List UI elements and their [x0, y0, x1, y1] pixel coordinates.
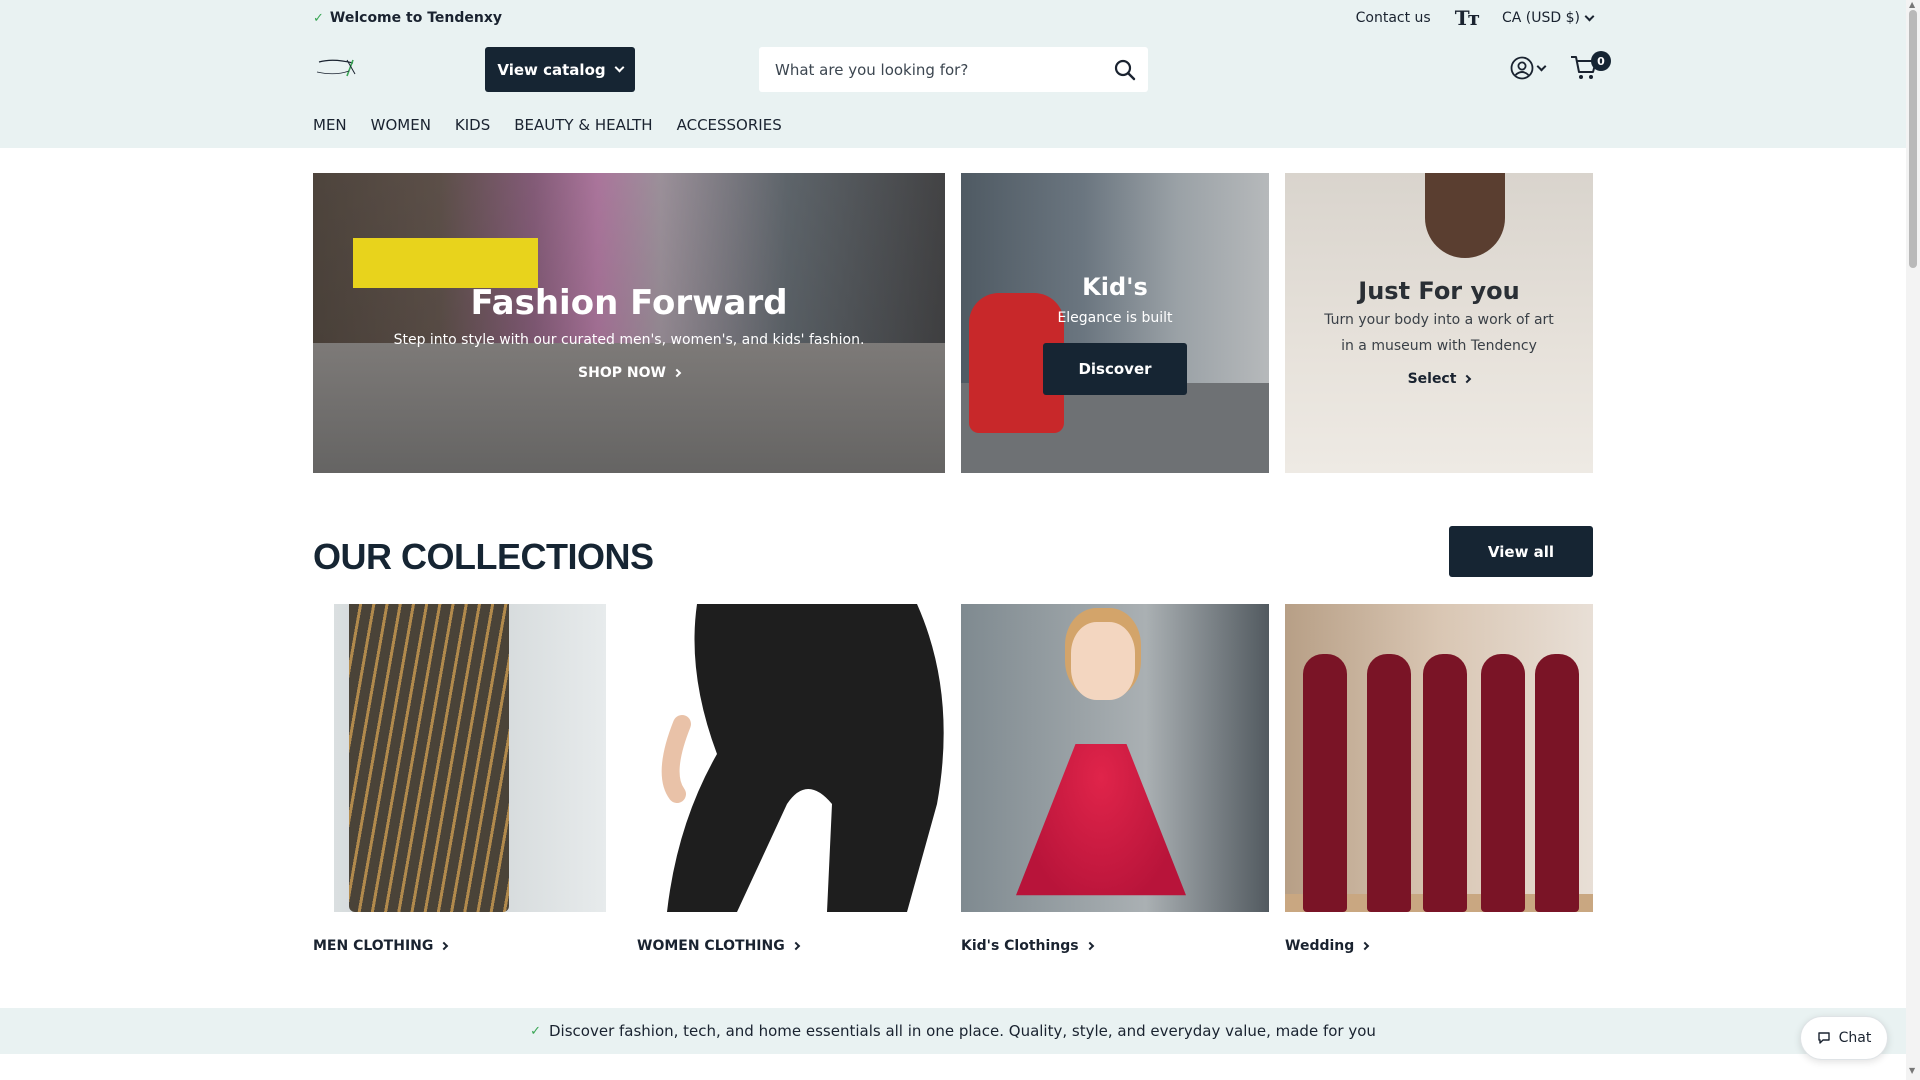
scroll-up-icon[interactable]: ▲ — [1909, 0, 1915, 9]
hero-subtitle: Elegance is built — [1057, 310, 1173, 326]
image-suit — [349, 604, 509, 912]
collections-title: OUR COLLECTIONS — [313, 536, 654, 577]
top-bar: ✓ Welcome to Tendenxy Contact us Tт CA (… — [313, 0, 1595, 36]
welcome-message: ✓ Welcome to Tendenxy — [313, 10, 502, 26]
collection-link-wedding[interactable]: Wedding — [1285, 938, 1593, 954]
collection-card-women[interactable]: WOMEN CLOTHING — [637, 604, 945, 954]
image-bridesmaid — [1535, 654, 1579, 912]
hero-subtitle: Turn your body into a work of art in a m… — [1324, 312, 1554, 354]
chevron-down-icon — [614, 62, 625, 73]
text-size-icon[interactable]: Tт — [1455, 6, 1480, 30]
image-bridesmaid — [1367, 654, 1411, 912]
chat-label: Chat — [1838, 1030, 1872, 1046]
cart-count-badge: 0 — [1591, 51, 1611, 71]
hero-banner-kids[interactable]: Kid's Elegance is built Discover — [961, 173, 1269, 473]
collection-image-men[interactable] — [313, 604, 621, 912]
hero-banner-just-for-you[interactable]: Just For you Turn your body into a work … — [1285, 173, 1593, 473]
image-child — [1071, 622, 1135, 700]
select-link[interactable]: Select — [1407, 371, 1472, 387]
collection-label: Kid's Clothings — [961, 938, 1079, 954]
hero-content: Kid's Elegance is built Discover — [961, 273, 1269, 395]
check-icon: ✓ — [313, 10, 324, 26]
collection-card-wedding[interactable]: Wedding — [1285, 604, 1593, 954]
image-red-dress — [1016, 744, 1186, 896]
chevron-right-icon — [440, 941, 449, 951]
hero-banner-fashion[interactable]: Fashion Forward Step into style with our… — [313, 173, 945, 473]
chevron-down-icon — [1584, 11, 1595, 21]
shop-now-label: SHOP NOW — [578, 365, 666, 381]
image-bridesmaid — [1481, 654, 1525, 912]
scrollbar-thumb[interactable] — [1909, 10, 1917, 268]
account-menu[interactable] — [1510, 56, 1547, 80]
currency-selector[interactable]: CA (USD $) — [1502, 10, 1595, 26]
user-icon — [1510, 56, 1534, 80]
scroll-down-icon[interactable]: ▼ — [1909, 1066, 1915, 1075]
collection-image-wedding[interactable] — [1285, 604, 1593, 912]
announcement-bar: ✓ Discover fashion, tech, and home essen… — [0, 1008, 1906, 1054]
contact-link[interactable]: Contact us — [1356, 10, 1431, 26]
image-bridesmaid — [1303, 654, 1347, 912]
view-catalog-button[interactable]: View catalog — [485, 47, 635, 92]
collection-card-kids[interactable]: Kid's Clothings — [961, 604, 1269, 954]
select-label: Select — [1407, 371, 1457, 387]
collection-card-men[interactable]: MEN CLOTHING — [313, 604, 621, 954]
chat-button[interactable]: Chat — [1800, 1016, 1888, 1060]
hero-title: Just For you — [1358, 277, 1520, 305]
hero-image-model — [1425, 173, 1505, 258]
chat-bubble-icon — [1817, 1032, 1830, 1044]
search-bar — [759, 47, 1148, 92]
chevron-right-icon — [672, 368, 682, 378]
chevron-right-icon — [1085, 941, 1094, 951]
shop-now-link[interactable]: SHOP NOW — [578, 365, 682, 381]
site-logo[interactable] — [313, 56, 361, 80]
chevron-right-icon — [791, 941, 800, 951]
page-scrollbar[interactable]: ▲ ▼ — [1906, 0, 1920, 1080]
welcome-text: Welcome to Tendenxy — [329, 10, 502, 26]
main-nav: MEN WOMEN KIDS BEAUTY & HEALTH ACCESSORI… — [313, 116, 1593, 136]
collection-label: MEN CLOTHING — [313, 938, 434, 954]
chevron-down-icon — [1536, 61, 1547, 71]
hero-title: Kid's — [1082, 273, 1148, 301]
logo-mark — [316, 59, 356, 77]
view-catalog-label: View catalog — [497, 60, 606, 79]
top-bar-actions: Contact us Tт CA (USD $) — [1356, 6, 1595, 30]
hero-subtitle: Step into style with our curated men's, … — [393, 332, 865, 348]
main-bar: View catalog 0 — [313, 46, 1611, 92]
hero-content: Just For you Turn your body into a work … — [1285, 277, 1593, 387]
search-input[interactable] — [759, 47, 1102, 92]
discover-button[interactable]: Discover — [1043, 343, 1187, 395]
currency-label: CA (USD $) — [1502, 10, 1580, 26]
collection-label: Wedding — [1285, 938, 1355, 954]
collection-label: WOMEN CLOTHING — [637, 938, 785, 954]
chevron-right-icon — [1361, 941, 1370, 951]
hero-image-sign — [353, 238, 538, 288]
chevron-right-icon — [1463, 374, 1472, 384]
collection-image-kids[interactable] — [961, 604, 1269, 912]
image-bridesmaid — [1423, 654, 1467, 912]
view-all-button[interactable]: View all — [1449, 526, 1593, 577]
nav-item-women[interactable]: WOMEN — [371, 116, 431, 136]
collection-link-men[interactable]: MEN CLOTHING — [313, 938, 621, 954]
check-icon: ✓ — [530, 1023, 541, 1039]
search-icon[interactable] — [1102, 47, 1148, 92]
nav-item-beauty-health[interactable]: BEAUTY & HEALTH — [514, 116, 652, 136]
collection-image-women[interactable] — [637, 604, 945, 912]
collection-link-women[interactable]: WOMEN CLOTHING — [637, 938, 945, 954]
nav-item-men[interactable]: MEN — [313, 116, 347, 136]
collection-link-kids[interactable]: Kid's Clothings — [961, 938, 1269, 954]
hero-content: Fashion Forward Step into style with our… — [313, 283, 945, 381]
cart-button[interactable]: 0 — [1569, 51, 1611, 86]
nav-item-kids[interactable]: KIDS — [455, 116, 490, 136]
site-header: ✓ Welcome to Tendenxy Contact us Tт CA (… — [0, 0, 1906, 148]
announcement-text: Discover fashion, tech, and home essenti… — [549, 1022, 1376, 1040]
nav-item-accessories[interactable]: ACCESSORIES — [677, 116, 782, 136]
image-leggings — [661, 604, 944, 912]
hero-title: Fashion Forward — [470, 283, 788, 323]
